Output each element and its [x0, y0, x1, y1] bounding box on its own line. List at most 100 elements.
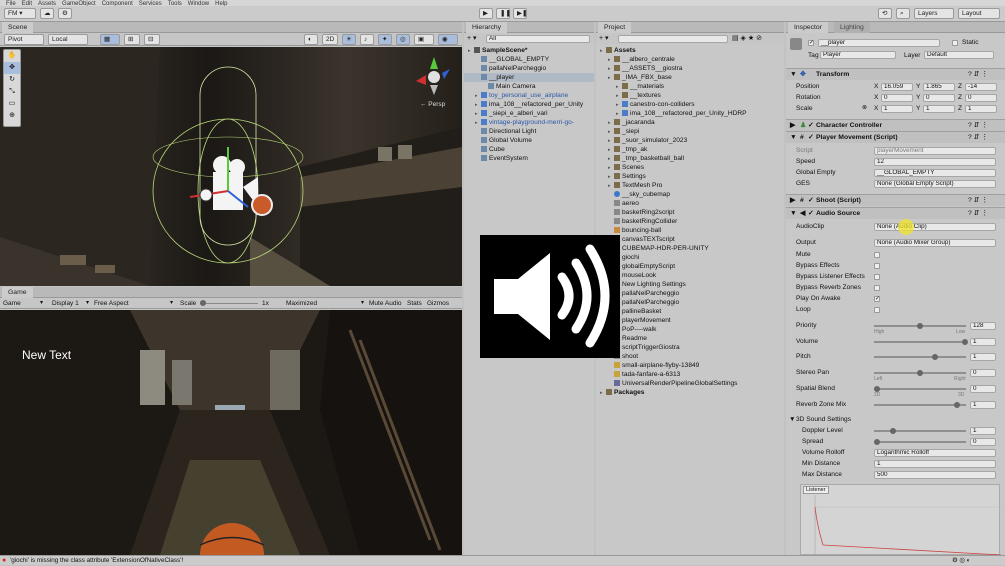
project-item[interactable]: basketRing2script — [596, 208, 784, 217]
account-button[interactable]: FM ▾ — [4, 8, 36, 19]
project-item[interactable]: ▸ __materials — [596, 82, 784, 91]
lighting-toggle-icon[interactable]: ☀ — [342, 34, 356, 45]
volume-rolloff-dropdown[interactable]: Logarithmic Rolloff — [874, 448, 996, 457]
audio-clip-field[interactable]: None (Audio Clip) — [874, 222, 996, 231]
min-distance-field[interactable]: 1 — [874, 459, 996, 468]
move-tool-icon[interactable]: ✥ — [4, 62, 20, 74]
doppler-field[interactable]: 1 — [970, 426, 996, 435]
project-item[interactable]: ▸ _siepi — [596, 127, 784, 136]
aspect-dropdown[interactable]: Free Aspect — [94, 298, 129, 309]
tab-scene[interactable]: Scene — [2, 22, 34, 33]
priority-slider[interactable] — [917, 322, 923, 329]
volume-field[interactable]: 1 — [970, 337, 996, 346]
toggle-2d-button[interactable]: 2D — [322, 34, 338, 45]
local-dropdown[interactable]: Local — [48, 34, 88, 45]
hierarchy-item[interactable]: ▸ ima_108__refactored_per_Unity — [464, 100, 594, 109]
filter-icons[interactable]: ▤ ◈ ★ ⊘ — [732, 34, 762, 42]
project-item[interactable]: PoP----walk — [596, 325, 784, 334]
project-item[interactable]: ▸ __albero_centrale — [596, 55, 784, 64]
tab-game[interactable]: Game — [2, 287, 33, 298]
draw-mode-icon[interactable]: ◐ — [304, 34, 318, 45]
bypass-reverb-checkbox[interactable] — [874, 284, 880, 291]
mute-checkbox[interactable] — [874, 251, 880, 258]
increment-icon[interactable]: ⊟ — [144, 34, 160, 45]
project-item[interactable]: giochi — [596, 253, 784, 262]
play-button[interactable]: ▶ — [479, 8, 493, 19]
tab-project[interactable]: Project — [598, 22, 632, 33]
hand-tool-icon[interactable]: ✋ — [4, 50, 20, 62]
project-item[interactable]: aereo — [596, 199, 784, 208]
tag-dropdown[interactable]: Player — [820, 51, 896, 59]
effects-toggle-icon[interactable]: ✦ — [378, 34, 392, 45]
project-item[interactable]: scriptTriggerGiostra — [596, 343, 784, 352]
reverb-mix-field[interactable]: 1 — [970, 400, 996, 409]
project-item[interactable]: ▸ Settings — [596, 172, 784, 181]
hierarchy-search-input[interactable]: All — [486, 34, 590, 43]
static-checkbox[interactable] — [952, 40, 958, 46]
hidden-objects-icon[interactable]: ◎ — [396, 34, 410, 45]
position-y-field[interactable]: 1.865 — [923, 82, 955, 91]
play-on-awake-checkbox[interactable]: ✓ — [874, 295, 880, 302]
scale-tool-icon[interactable]: ⤡ — [4, 86, 20, 98]
volume-slider[interactable] — [962, 338, 968, 345]
collab-icon[interactable]: ⚙ — [58, 8, 72, 19]
position-x-field[interactable]: 16.059 — [881, 82, 913, 91]
hierarchy-item[interactable]: ▸ SampleScene* — [464, 46, 594, 55]
project-item[interactable]: small-airplane-flyby-13849 — [596, 361, 784, 370]
pivot-dropdown[interactable]: Pivot — [4, 34, 44, 45]
hierarchy-item[interactable]: ▸ _siepi_e_alberi_vari — [464, 109, 594, 118]
rotation-x-field[interactable]: 0 — [881, 93, 913, 102]
spatial-blend-slider[interactable] — [874, 385, 880, 392]
project-item[interactable]: ▸ _tmp_ak — [596, 145, 784, 154]
project-item[interactable]: globalEmptyScript — [596, 262, 784, 271]
game-mode-dropdown[interactable]: Game — [3, 298, 21, 309]
tab-hierarchy[interactable]: Hierarchy — [466, 22, 508, 33]
tab-inspector[interactable]: Inspector — [788, 22, 828, 33]
tab-lighting[interactable]: Lighting — [834, 22, 870, 33]
shoot-script-header[interactable]: ▶ # ✓ Shoot (Script) ? ⇵ ⋮ — [786, 194, 1005, 206]
transform-header[interactable]: ▼ ✥ Transform ? ⇵ ⋮ — [786, 68, 1005, 80]
audio-toggle-icon[interactable]: ♪ — [360, 34, 374, 45]
project-item[interactable]: mouseLook — [596, 271, 784, 280]
rotation-y-field[interactable]: 0 — [923, 93, 955, 102]
ges-field[interactable]: None (Global Empty Script) — [874, 179, 996, 188]
search-icon[interactable]: ⌕ — [896, 8, 910, 19]
project-item[interactable]: ▸ TextMesh Pro — [596, 181, 784, 190]
bypass-listener-checkbox[interactable] — [874, 273, 880, 280]
scale-slider[interactable] — [200, 303, 258, 304]
project-item[interactable]: basketRingCollider — [596, 217, 784, 226]
player-movement-header[interactable]: ▼ # ✓ Player Movement (Script) ? ⇵ ⋮ — [786, 131, 1005, 143]
scale-z-field[interactable]: 1 — [965, 104, 997, 113]
persp-label[interactable]: ← Persp — [420, 101, 445, 108]
sound3d-foldout[interactable]: ▼ 3D Sound Settings — [786, 414, 1005, 425]
project-item[interactable]: ▸ Assets — [596, 46, 784, 55]
project-item[interactable]: __sky_cubemap — [596, 190, 784, 199]
hierarchy-item[interactable]: __player — [464, 73, 594, 82]
project-item[interactable]: ▸ __ASSETS__giostra — [596, 64, 784, 73]
game-viewport[interactable]: New Text — [0, 310, 462, 555]
hierarchy-item[interactable]: Global Volume — [464, 136, 594, 145]
project-item[interactable]: New Lighting Settings — [596, 280, 784, 289]
project-item[interactable]: ▸ ima_108__refactored_per_Unity_HDRP — [596, 109, 784, 118]
layers-dropdown[interactable]: Layers — [914, 8, 954, 19]
priority-field[interactable]: 128 — [970, 321, 996, 330]
position-z-field[interactable]: -14 — [965, 82, 997, 91]
project-item[interactable]: CUBEMAP-HDR-PER-UNITY — [596, 244, 784, 253]
hierarchy-item[interactable]: ▸ vintage-playground-merri-go- — [464, 118, 594, 127]
project-item[interactable]: ▸ __textures — [596, 91, 784, 100]
component-menu-icons[interactable]: ? ⇵ ⋮ — [968, 69, 988, 81]
project-item[interactable]: UniversalRenderPipelineGlobalSettings — [596, 379, 784, 388]
hierarchy-item[interactable]: EventSystem — [464, 154, 594, 163]
spread-field[interactable]: 0 — [970, 437, 996, 446]
project-item[interactable]: ▸ _tmp_basketball_ball — [596, 154, 784, 163]
gizmos-toggle-icon[interactable]: ◉ — [438, 34, 458, 45]
grid-snap-icon[interactable]: ▦ — [100, 34, 120, 45]
hierarchy-item[interactable]: Directional Light — [464, 127, 594, 136]
object-name-field[interactable]: __player — [818, 39, 940, 47]
rolloff-graph[interactable]: Listener — [800, 484, 1001, 555]
max-distance-field[interactable]: 500 — [874, 470, 996, 479]
pitch-field[interactable]: 1 — [970, 352, 996, 361]
project-item[interactable]: Readme — [596, 334, 784, 343]
hierarchy-item[interactable]: ▸ toy_personal_use_airplane — [464, 91, 594, 100]
hierarchy-item[interactable]: Main Camera — [464, 82, 594, 91]
